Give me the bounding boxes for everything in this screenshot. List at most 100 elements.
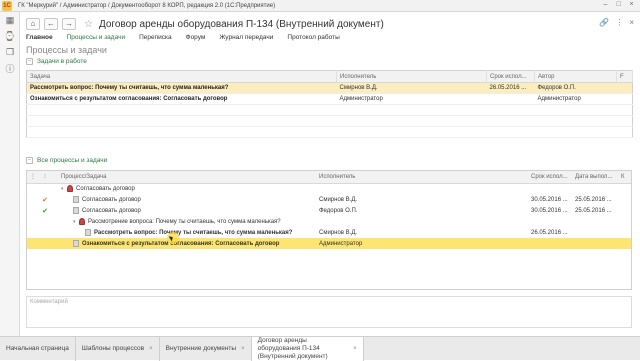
- minimize-icon[interactable]: –: [601, 1, 610, 8]
- collapse-icon[interactable]: –: [26, 58, 33, 65]
- close-tab-icon[interactable]: ×: [149, 345, 153, 353]
- process-icon: [79, 217, 85, 225]
- document-title: Договор аренды оборудования П-134 (Внутр…: [98, 18, 384, 30]
- back-button[interactable]: ←: [44, 18, 58, 30]
- due-cell: [531, 183, 575, 194]
- column-header[interactable]: К: [621, 171, 631, 184]
- favorite-star-icon[interactable]: ☆: [84, 19, 93, 30]
- author-cell: Администратор: [534, 93, 617, 105]
- tab-correspondence[interactable]: Переписка: [139, 34, 172, 41]
- executor-cell: Смирнов В.Д.: [336, 82, 487, 94]
- tree-row[interactable]: ✔ Согласовать договор Смирнов В.Д. 30.05…: [27, 194, 631, 205]
- flag-cell: [616, 93, 633, 105]
- taskbar-tab-templates[interactable]: Шаблоны процессов ×: [76, 337, 160, 361]
- home-icon[interactable]: ⌂: [26, 18, 40, 30]
- task-cell[interactable]: Ознакомиться с результатом согласования:…: [26, 93, 337, 105]
- taskbar-tab-home[interactable]: Начальная страница: [0, 337, 76, 361]
- left-rail: ▦ ⌚ ❐ ⓘ: [0, 12, 20, 336]
- executor-cell: Смирнов В.Д.: [319, 229, 358, 236]
- done-cell: [575, 238, 621, 249]
- tree-row[interactable]: ▾ Согласовать договор: [27, 183, 631, 194]
- header-tools: 🔗 ⋮ ×: [599, 18, 634, 27]
- close-icon[interactable]: ×: [627, 1, 636, 8]
- more-icon[interactable]: ⋮: [615, 18, 623, 27]
- apps-grid-icon[interactable]: ▦: [0, 12, 20, 28]
- column-header[interactable]: Процесс/Задача: [51, 171, 319, 184]
- tree-node[interactable]: Согласовать договор: [51, 205, 319, 216]
- task-name: Рассмотреть вопрос: Почему ты считаешь, …: [94, 230, 293, 237]
- column-header[interactable]: Дата выпол...: [575, 171, 621, 184]
- tree-node[interactable]: ▾ Согласовать договор: [51, 183, 319, 194]
- done-cell: [575, 227, 621, 238]
- task-name: Ознакомиться с результатом согласования:…: [82, 241, 280, 248]
- comment-field[interactable]: Комментарий: [26, 296, 632, 328]
- due-cell: 26.05.2016 ...: [486, 82, 535, 94]
- executor-cell: Администратор: [319, 238, 531, 249]
- close-tab-icon[interactable]: ×: [241, 345, 245, 353]
- table-row[interactable]: Рассмотреть вопрос: Почему ты считаешь, …: [26, 82, 633, 94]
- all-group-header[interactable]: – Все процессы и задачи: [26, 157, 107, 164]
- taskbar-tab-internal-docs[interactable]: Внутренние документы ×: [160, 337, 252, 361]
- column-header[interactable]: Автор: [534, 70, 617, 83]
- empty-row: [26, 126, 633, 138]
- window-title: ГК "Меркурий" / Администратор / Документ…: [18, 2, 276, 9]
- tab-forum[interactable]: Форум: [186, 34, 206, 41]
- taskbar-tab-label: Начальная страница: [6, 345, 69, 352]
- table-header-row: ⋮ ⁝ Процесс/Задача Исполнитель Срок испо…: [27, 171, 631, 184]
- copy-icon[interactable]: ❐: [0, 44, 20, 60]
- link-icon[interactable]: 🔗: [599, 18, 609, 27]
- close-form-icon[interactable]: ×: [629, 18, 634, 27]
- tab-work-protocol[interactable]: Протокол работы: [287, 34, 339, 41]
- document-header: ⌂ ← → ☆ Договор аренды оборудования П-13…: [26, 16, 384, 32]
- collapse-icon[interactable]: –: [26, 157, 33, 164]
- close-tab-icon[interactable]: ×: [353, 345, 357, 353]
- column-header[interactable]: Исполнитель: [336, 70, 487, 83]
- window-titlebar: 1С ГК "Меркурий" / Администратор / Докум…: [0, 0, 640, 12]
- tab-main[interactable]: Главное: [26, 34, 53, 41]
- status-column-icon[interactable]: ⁝: [39, 171, 51, 184]
- completed-ok-icon: ✔: [42, 207, 48, 215]
- table-row[interactable]: Ознакомиться с результатом согласования:…: [26, 93, 633, 105]
- process-name: Согласовать договор: [76, 186, 135, 193]
- column-header[interactable]: Исполнитель: [319, 171, 531, 184]
- history-icon[interactable]: ⌚: [0, 28, 20, 44]
- column-header[interactable]: Срок испол...: [531, 171, 575, 184]
- tree-node[interactable]: Рассмотреть вопрос: Почему ты считаешь, …: [51, 227, 319, 238]
- taskbar-tab-current-document[interactable]: Договор аренды оборудования П-134 (Внутр…: [251, 337, 364, 361]
- due-cell: 30.05.2016 ...: [531, 207, 568, 214]
- executor-cell: Федоров О.П.: [319, 207, 358, 214]
- tree-node[interactable]: ▾ Рассмотрение вопроса: Почему ты считаеш…: [51, 216, 319, 227]
- tree-node[interactable]: Ознакомиться с результатом согласования:…: [51, 238, 319, 249]
- open-windows-bar: Начальная страница Шаблоны процессов × Вн…: [0, 336, 640, 361]
- tab-processes[interactable]: Процессы и задачи: [67, 34, 125, 41]
- column-header[interactable]: Срок испол...: [486, 70, 535, 83]
- section-title: Процессы и задачи: [26, 45, 107, 55]
- mouse-cursor: [167, 232, 179, 244]
- task-icon: [73, 206, 79, 214]
- maximize-icon[interactable]: □: [614, 1, 623, 8]
- tree-row[interactable]: ▾ Рассмотрение вопроса: Почему ты считаеш…: [27, 216, 631, 227]
- info-icon[interactable]: ⓘ: [0, 60, 20, 76]
- task-icon: [73, 195, 79, 203]
- tree-node[interactable]: Согласовать договор: [51, 194, 319, 205]
- process-icon: [67, 185, 73, 193]
- tree-row-selected[interactable]: Ознакомиться с результатом согласования:…: [27, 238, 631, 249]
- taskbar-tab-label: Шаблоны процессов: [81, 345, 145, 352]
- flag-column-header[interactable]: F: [616, 70, 633, 83]
- tree-row[interactable]: ✔ Согласовать договор Федоров О.П. 30.05…: [27, 205, 631, 216]
- attachment-column-icon[interactable]: ⋮: [27, 171, 39, 184]
- empty-row: [26, 104, 633, 116]
- executor-cell: [319, 183, 531, 194]
- tasks-group-header[interactable]: – Задачи в работе: [26, 58, 87, 65]
- forward-button[interactable]: →: [62, 18, 76, 30]
- window-controls: – □ ×: [601, 1, 636, 8]
- tab-transfer-log[interactable]: Журнал передачи: [219, 34, 273, 41]
- column-header[interactable]: Задача: [26, 70, 337, 83]
- app-logo: 1С: [2, 0, 12, 11]
- executor-cell: Администратор: [336, 93, 487, 105]
- tree-row[interactable]: Рассмотреть вопрос: Почему ты считаешь, …: [27, 227, 631, 238]
- done-cell: [575, 183, 621, 194]
- task-cell[interactable]: Рассмотреть вопрос: Почему ты считаешь, …: [26, 82, 337, 94]
- task-icon: [73, 239, 79, 247]
- tasks-group-title: Задачи в работе: [37, 58, 87, 65]
